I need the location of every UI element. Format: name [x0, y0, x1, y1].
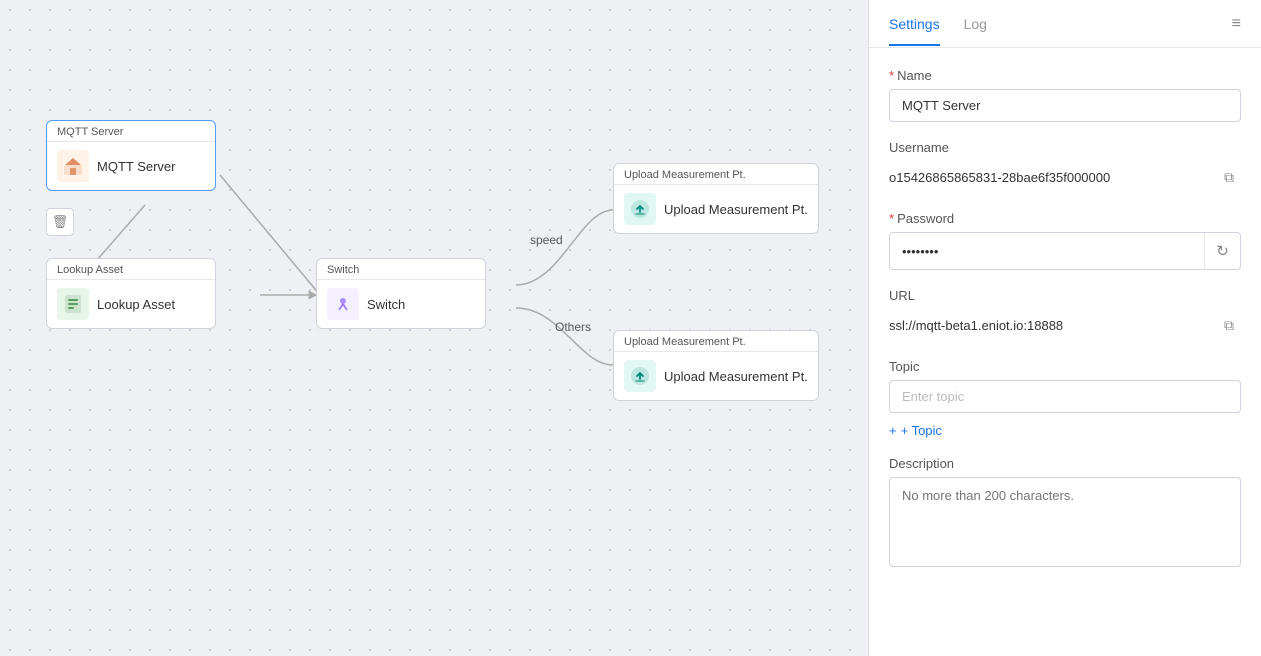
mqtt-node-icon — [57, 150, 89, 182]
upload-node-bottom-label: Upload Measurement Pt. — [664, 369, 808, 384]
lookup-node-header: Lookup Asset — [47, 259, 215, 280]
switch-node[interactable]: Switch Switch — [316, 258, 486, 329]
description-label: Description — [889, 456, 1241, 471]
lookup-node-icon — [57, 288, 89, 320]
copy-url-button[interactable]: ⧉ — [1217, 313, 1241, 337]
password-row: ↻ — [889, 232, 1241, 270]
username-label: Username — [889, 140, 1241, 155]
password-label: * Password — [889, 211, 1241, 226]
name-field-group: * Name — [889, 68, 1241, 122]
settings-panel: Settings Log ≡ * Name Username o15426865… — [868, 0, 1261, 656]
upload-node-bottom[interactable]: Upload Measurement Pt. Upload Measuremen… — [613, 330, 819, 401]
mqtt-node-label: MQTT Server — [97, 159, 176, 174]
delete-icon: 🗑 — [52, 214, 69, 230]
refresh-icon: ↻ — [1216, 242, 1229, 260]
topic-label: Topic — [889, 359, 1241, 374]
settings-content: * Name Username o15426865865831-28bae6f3… — [869, 48, 1261, 656]
switch-node-icon — [327, 288, 359, 320]
edge-label-speed: speed — [530, 233, 563, 247]
topic-field-group: Topic + + Topic — [889, 359, 1241, 438]
delete-button[interactable]: 🗑 — [46, 208, 74, 236]
copy-icon: ⧉ — [1224, 169, 1234, 186]
plus-icon: + — [889, 423, 897, 438]
description-textarea[interactable] — [889, 477, 1241, 567]
url-field-group: URL ssl://mqtt-beta1.eniot.io:18888 ⧉ — [889, 288, 1241, 341]
topic-input[interactable] — [889, 380, 1241, 413]
add-topic-button[interactable]: + + Topic — [889, 423, 942, 438]
upload-node-top[interactable]: Upload Measurement Pt. Upload Measuremen… — [613, 163, 819, 234]
switch-node-header: Switch — [317, 259, 485, 280]
upload-node-top-icon — [624, 193, 656, 225]
copy-url-icon: ⧉ — [1224, 317, 1234, 334]
edge-label-others: Others — [555, 320, 591, 334]
upload-node-bottom-header: Upload Measurement Pt. — [614, 331, 818, 352]
description-field-group: Description — [889, 456, 1241, 572]
upload-node-top-header: Upload Measurement Pt. — [614, 164, 818, 185]
upload-node-top-label: Upload Measurement Pt. — [664, 202, 808, 217]
lookup-node[interactable]: Lookup Asset Lookup Asset — [46, 258, 216, 329]
refresh-password-button[interactable]: ↻ — [1204, 233, 1240, 269]
tab-settings[interactable]: Settings — [889, 2, 940, 46]
url-label: URL — [889, 288, 1241, 303]
tabs-bar: Settings Log ≡ — [869, 0, 1261, 48]
password-input[interactable] — [890, 236, 1204, 267]
mqtt-node[interactable]: MQTT Server MQTT Server — [46, 120, 216, 191]
username-field-group: Username o15426865865831-28bae6f35f00000… — [889, 140, 1241, 193]
username-value-row: o15426865865831-28bae6f35f000000 ⧉ — [889, 161, 1241, 193]
upload-node-bottom-icon — [624, 360, 656, 392]
tab-log[interactable]: Log — [964, 2, 987, 46]
url-value-row: ssl://mqtt-beta1.eniot.io:18888 ⧉ — [889, 309, 1241, 341]
canvas[interactable]: MQTT Server MQTT Server 🗑 Lookup Asset — [0, 0, 868, 656]
copy-username-button[interactable]: ⧉ — [1217, 165, 1241, 189]
name-input[interactable] — [889, 89, 1241, 122]
lookup-node-label: Lookup Asset — [97, 297, 175, 312]
username-value: o15426865865831-28bae6f35f000000 — [889, 170, 1209, 185]
password-field-group: * Password ↻ — [889, 211, 1241, 270]
url-value: ssl://mqtt-beta1.eniot.io:18888 — [889, 318, 1209, 333]
name-label: * Name — [889, 68, 1241, 83]
add-topic-label: + Topic — [901, 423, 942, 438]
mqtt-node-header: MQTT Server — [47, 121, 215, 142]
menu-icon[interactable]: ≡ — [1232, 15, 1241, 33]
switch-node-label: Switch — [367, 297, 405, 312]
